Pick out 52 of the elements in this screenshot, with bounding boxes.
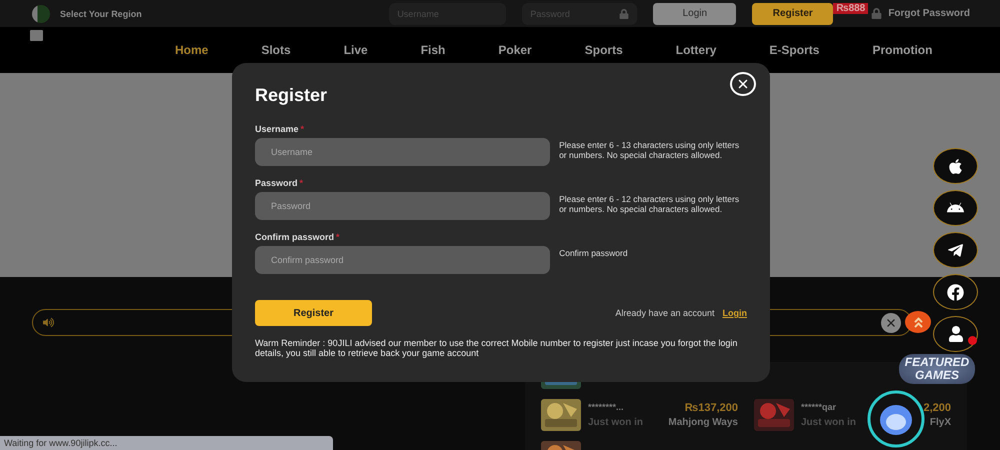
field-hint: Please enter 6 - 13 characters using only letters or numbers. No special characters allowed.	[559, 139, 740, 160]
lock-icon	[619, 8, 630, 18]
apple-icon	[947, 158, 964, 174]
win-amount: 2,200	[923, 402, 951, 414]
field-label: Confirm password *	[255, 232, 341, 242]
game-name: FlyX	[930, 417, 951, 428]
game-name: Mahjong Ways	[668, 417, 738, 428]
winner-name: ******qar	[801, 402, 836, 414]
nav-item[interactable]: Sports	[584, 43, 623, 57]
reminder-text: Warm Reminder : 90JILI advised our member to use the correct Mobile number to register just incase you forgot the login details, you still able to retrieve back your game account	[255, 338, 738, 358]
field-label: Username *	[255, 124, 306, 134]
paper-plane-icon	[947, 242, 964, 258]
input-field[interactable]: Username	[255, 138, 550, 166]
forgot-password-link[interactable]: Forgot Password	[888, 8, 970, 19]
field-hint: Confirm password	[559, 247, 629, 258]
lock-icon	[871, 8, 882, 19]
nav-item[interactable]: Slots	[261, 43, 291, 57]
mascot-drawing	[867, 390, 925, 448]
close-button[interactable]	[730, 72, 756, 96]
win-caption: Just won in	[801, 417, 856, 428]
win-caption: Just won in	[588, 417, 643, 428]
badge-text: FEATURED	[904, 356, 970, 369]
nav-item[interactable]: Lottery	[676, 43, 716, 57]
field-label: Password *	[255, 178, 304, 188]
login-link[interactable]: Login	[722, 308, 747, 318]
input-field[interactable]: Confirm password	[255, 246, 550, 274]
input-field[interactable]: Password	[255, 192, 550, 220]
register-button[interactable]: Register	[752, 2, 834, 24]
bonus-badge: ₨888	[833, 2, 868, 14]
nav-item[interactable]: Home	[175, 43, 208, 57]
register-button[interactable]: Register	[255, 300, 372, 326]
account-prompt: Already have an account	[615, 308, 714, 318]
featured-games-badge[interactable]: FEATURED GAMES	[899, 354, 975, 384]
status-text: Waiting for www.90jilipk.cc...	[4, 437, 118, 450]
nav-item[interactable]: Promotion	[872, 43, 932, 57]
nav-item[interactable]: Poker	[498, 43, 532, 57]
person-icon	[948, 326, 964, 342]
facebook-icon	[947, 284, 964, 300]
double-chevron-icon	[912, 316, 924, 328]
nav-item[interactable]: E-Sports	[769, 43, 820, 57]
win-amount: ₨137,200	[684, 402, 738, 414]
speaker-icon	[43, 317, 54, 328]
login-button[interactable]: Login	[653, 2, 736, 24]
winner-name: ********...	[588, 402, 624, 414]
field-hint: Please enter 6 - 12 characters using only letters or numbers. No special characters allowed.	[559, 193, 740, 214]
broken-image-icon	[30, 30, 43, 41]
badge-text: GAMES	[914, 369, 959, 382]
nav-item[interactable]: Live	[344, 43, 368, 57]
region-label[interactable]: Select Your Region	[60, 8, 142, 18]
dialog-title: Register	[255, 85, 328, 106]
nav-item[interactable]: Fish	[420, 43, 446, 57]
flag-icon[interactable]	[32, 4, 50, 22]
